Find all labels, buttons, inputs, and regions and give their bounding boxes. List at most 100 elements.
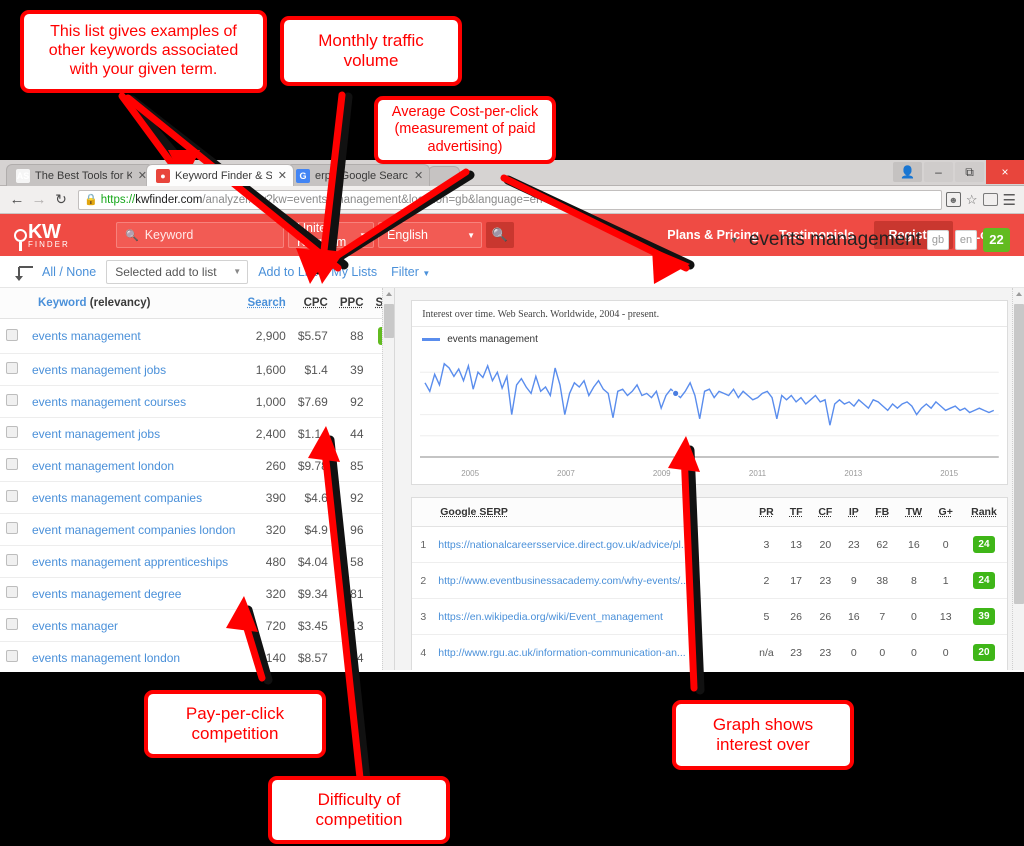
row-checkbox-cell[interactable] (0, 318, 24, 354)
row-checkbox[interactable] (6, 328, 18, 341)
table-row[interactable]: event management companies london 320 $4.9… (0, 513, 395, 546)
minimize-button[interactable]: – (924, 162, 953, 182)
serp-url-cell[interactable]: https://nationalcareersservice.direct.go… (434, 526, 752, 563)
table-row[interactable]: events management companies 390 $4.6 92 (0, 481, 395, 514)
back-arrow-icon[interactable]: ← (6, 189, 28, 211)
add-to-list-button[interactable]: Add to List (258, 265, 317, 279)
row-checkbox-cell[interactable] (0, 513, 24, 546)
col-header-ppc[interactable]: PPC (333, 288, 370, 319)
user-profile-icon[interactable]: 👤 (893, 162, 922, 182)
browser-tab-1[interactable]: AS The Best Tools for Keywor ✕ (6, 164, 154, 186)
row-checkbox-cell[interactable] (0, 449, 24, 482)
table-row[interactable]: event management jobs 2,400 $1.14 44 (0, 417, 395, 450)
row-checkbox-cell[interactable] (0, 577, 24, 610)
serp-url-cell[interactable]: http://www.rgu.ac.uk/information-communi… (434, 634, 752, 670)
keyword-cell[interactable]: events management degree (24, 577, 242, 610)
col-header-search[interactable]: Search (241, 288, 292, 319)
row-checkbox[interactable] (6, 522, 18, 534)
scrollbar-thumb[interactable] (384, 304, 395, 338)
address-bar[interactable]: 🔒 https://kwfinder.com/analyzer/kw?kw=ev… (78, 189, 942, 210)
language-select[interactable]: English ▼ (378, 222, 482, 248)
keyword-input[interactable]: 🔍 Keyword (116, 222, 284, 248)
browser-tab-3[interactable]: G erp - Google Searc ✕ (286, 164, 431, 186)
row-checkbox-cell[interactable] (0, 609, 24, 642)
col-header-cpc[interactable]: CPC (291, 288, 334, 319)
close-icon[interactable]: ✕ (278, 169, 287, 182)
browser-tab-2[interactable]: ● Keyword Finder & SEO Di ✕ (146, 164, 294, 186)
table-row[interactable]: events management jobs 1,600 $1.4 39 (0, 353, 395, 386)
chrome-menu-icon[interactable]: ☰ (1003, 191, 1016, 209)
table-row[interactable]: event management london 260 $9.78 85 (0, 449, 395, 482)
row-checkbox[interactable] (6, 586, 18, 598)
table-row[interactable]: events manager 720 $3.45 13 (0, 609, 395, 642)
col-header-cf[interactable]: CF (810, 498, 841, 527)
table-row[interactable]: 4 http://www.rgu.ac.uk/information-commun… (412, 634, 1007, 670)
keyword-list-scrollbar[interactable] (382, 288, 395, 670)
keyword-cell[interactable]: events management companies (24, 481, 242, 514)
row-checkbox[interactable] (6, 490, 18, 502)
row-checkbox-cell[interactable] (0, 385, 24, 418)
table-row[interactable]: 1 https://nationalcareersservice.direct.g… (412, 526, 1007, 563)
keyword-cell[interactable]: event management companies london (24, 513, 242, 546)
col-header-pr[interactable]: PR (751, 498, 782, 527)
col-header-fb[interactable]: FB (867, 498, 898, 527)
keyword-cell[interactable]: events management (24, 318, 242, 354)
forward-arrow-icon[interactable]: → (28, 189, 50, 211)
chart-marker-point[interactable] (672, 389, 680, 398)
window-icon[interactable] (982, 193, 998, 206)
row-checkbox-cell[interactable] (0, 545, 24, 578)
row-checkbox[interactable] (6, 426, 18, 438)
row-checkbox[interactable] (6, 458, 18, 470)
col-header-keyword[interactable]: Keyword (relevancy) (0, 288, 242, 319)
row-checkbox[interactable] (6, 618, 18, 630)
new-tab-button[interactable] (428, 166, 461, 186)
keyword-cell[interactable]: events manager (24, 609, 242, 642)
table-row[interactable]: events management london 140 $8.57 84 (0, 641, 395, 670)
location-select[interactable]: United Kingdom ▼ (288, 221, 374, 249)
table-row[interactable]: 3 https://en.wikipedia.org/wiki/Event_man… (412, 598, 1007, 635)
table-row[interactable]: events management courses 1,000 $7.69 92 (0, 385, 395, 418)
keyword-cell[interactable]: events management courses (24, 385, 242, 418)
scroll-up-arrow-icon[interactable] (1016, 292, 1022, 296)
keyword-cell[interactable]: events management jobs (24, 353, 242, 386)
row-checkbox-cell[interactable] (0, 481, 24, 514)
my-lists-link[interactable]: My Lists (331, 265, 377, 279)
search-button[interactable]: 🔍 (486, 222, 514, 248)
filter-dropdown[interactable]: Filter ▼ (391, 265, 430, 279)
keyword-cell[interactable]: event management jobs (24, 417, 242, 450)
scrollbar-thumb[interactable] (1014, 304, 1024, 604)
kwfinder-logo[interactable]: KW FINDER (14, 222, 100, 251)
table-row[interactable]: 2 http://www.eventbusinessacademy.com/why… (412, 562, 1007, 599)
table-row[interactable]: events management degree 320 $9.34 81 (0, 577, 395, 610)
table-row[interactable]: events management2,900$5.578822 (0, 318, 395, 354)
all-none-toggle[interactable]: All / None (42, 265, 96, 279)
close-icon[interactable]: ✕ (414, 169, 423, 182)
chart-plot-area[interactable] (412, 347, 1007, 469)
maximize-button[interactable]: ⧉ (955, 162, 984, 182)
close-window-button[interactable]: × (986, 160, 1024, 184)
row-checkbox[interactable] (6, 394, 18, 406)
reload-icon[interactable]: ↻ (50, 189, 72, 211)
serp-url-cell[interactable]: http://www.eventbusinessacademy.com/why-… (434, 562, 752, 599)
col-header-tw[interactable]: TW (897, 498, 931, 527)
collapse-caret-icon[interactable]: ▼ (730, 235, 739, 245)
selected-add-to-list-select[interactable]: Selected add to list ▼ (106, 259, 249, 284)
row-checkbox[interactable] (6, 650, 18, 662)
extension-icon[interactable]: ☻ (945, 192, 961, 207)
detail-pane-scrollbar[interactable] (1012, 288, 1024, 670)
scroll-up-arrow-icon[interactable] (386, 292, 393, 296)
keyword-cell[interactable]: events management london (24, 641, 242, 670)
row-checkbox[interactable] (6, 554, 18, 566)
col-header-ip[interactable]: IP (840, 498, 868, 527)
table-row[interactable]: events management apprenticeships 480 $4.0… (0, 545, 395, 578)
serp-url-cell[interactable]: https://en.wikipedia.org/wiki/Event_mana… (434, 598, 752, 635)
bookmark-star-icon[interactable]: ☆ (966, 192, 978, 208)
keyword-cell[interactable]: event management london (24, 449, 242, 482)
row-checkbox-cell[interactable] (0, 353, 24, 386)
col-header-rank[interactable]: Rank (960, 498, 1007, 527)
col-header-tf[interactable]: TF (781, 498, 811, 527)
col-header-gplus[interactable]: G+ (930, 498, 961, 527)
row-checkbox-cell[interactable] (0, 641, 24, 670)
row-checkbox[interactable] (6, 362, 18, 374)
row-checkbox-cell[interactable] (0, 417, 24, 450)
